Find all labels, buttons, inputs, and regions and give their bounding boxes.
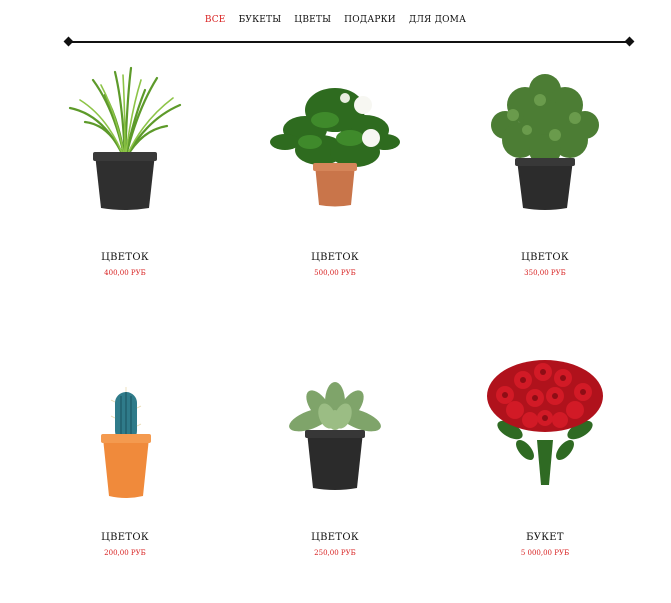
product-name[interactable]: БУКЕТ [465,532,625,543]
herb-plant-icon [491,74,599,210]
product-price: 200,00 РУБ [104,549,146,557]
product-image[interactable] [255,60,415,220]
product-price: 5 000,00 РУБ [520,549,570,557]
divider-right-diamond-icon [624,36,635,47]
product-name[interactable]: ЦВЕТОК [255,252,415,263]
nav-item-gifts[interactable]: ПОДАРКИ [344,15,396,25]
gardenia-plant-icon [270,88,400,207]
product-price: 250,00 РУБ [314,549,356,557]
product-name[interactable]: ЦВЕТОК [465,252,625,263]
catalog-page: ВСЕ БУКЕТЫ ЦВЕТЫ ПОДАРКИ ДЛЯ ДОМА ЦВЕТОК… [0,0,671,603]
product-name[interactable]: ЦВЕТОК [45,252,205,263]
category-nav: ВСЕ БУКЕТЫ ЦВЕТЫ ПОДАРКИ ДЛЯ ДОМА [0,15,671,25]
nav-item-for-home[interactable]: ДЛЯ ДОМА [409,15,466,25]
product-price: 500,00 РУБ [314,269,356,277]
product-image[interactable] [465,340,625,500]
nav-item-bouquets[interactable]: БУКЕТЫ [239,15,282,25]
product-price: 350,00 РУБ [524,269,566,277]
product-price: 400,00 РУБ [104,269,146,277]
product-image[interactable] [255,340,415,500]
nav-item-flowers[interactable]: ЦВЕТЫ [294,15,331,25]
grass-plant-icon [68,66,182,210]
product-image[interactable] [465,60,625,220]
product-name[interactable]: ЦВЕТОК [45,532,205,543]
product-name[interactable]: ЦВЕТОК [255,532,415,543]
rose-bouquet-icon [487,360,603,485]
succulent-plant-icon [289,382,381,490]
nav-divider [68,41,631,43]
product-image[interactable] [45,340,205,500]
product-image[interactable] [45,60,205,220]
nav-item-all[interactable]: ВСЕ [205,15,226,25]
cactus-plant-icon [101,387,151,498]
